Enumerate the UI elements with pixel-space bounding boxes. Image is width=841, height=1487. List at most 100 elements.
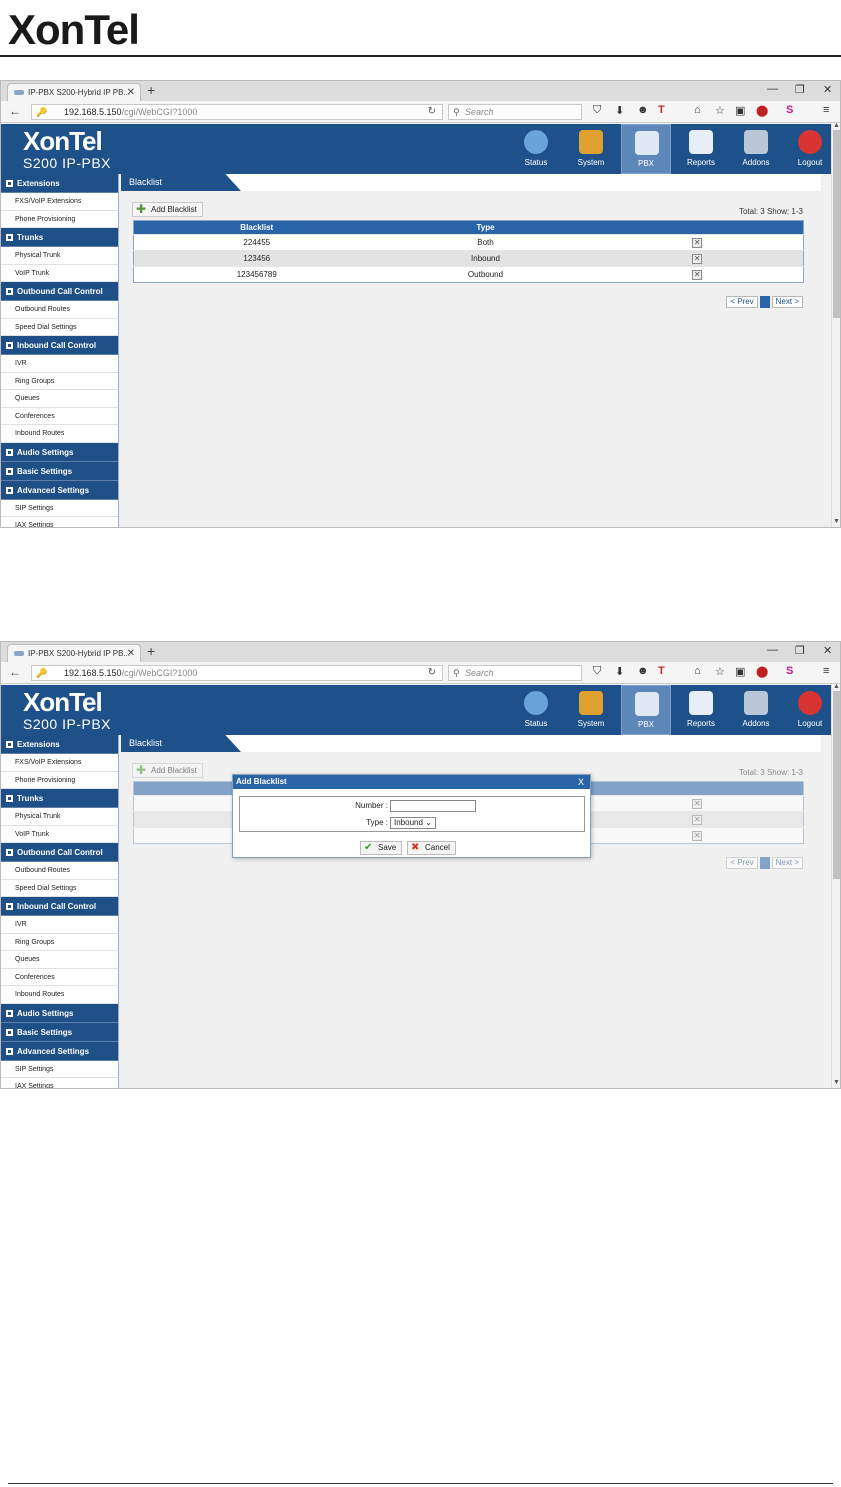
sidebar-section-inbound-call-control[interactable]: Inbound Call Control xyxy=(1,336,118,355)
new-tab-icon[interactable]: + xyxy=(147,643,155,659)
sidebar-section-audio-settings[interactable]: Audio Settings xyxy=(1,1003,118,1023)
nav-system[interactable]: System xyxy=(566,124,616,174)
sidebar-item-iax-settings[interactable]: IAX Settings xyxy=(1,517,118,527)
sidebar-item-sip-settings[interactable]: SIP Settings xyxy=(1,1060,118,1078)
sidebar-item-sip-settings[interactable]: SIP Settings xyxy=(1,499,118,517)
browser-tab[interactable]: IP-PBX S200-Hybrid IP PB... ✕ xyxy=(7,644,141,662)
nav-status[interactable]: Status xyxy=(511,124,561,174)
page-scrollbar[interactable]: ▲ ▼ xyxy=(831,683,840,1088)
nav-addons[interactable]: Addons xyxy=(731,124,781,174)
sidebar-item-fxs-voip-extensions[interactable]: FXS/VoIP Extensions xyxy=(1,754,118,772)
restore-icon[interactable]: ❐ xyxy=(795,83,805,96)
chat-icon[interactable]: ☻ xyxy=(637,104,649,116)
scroll-down-icon[interactable]: ▼ xyxy=(833,518,840,525)
sidebar-item-iax-settings[interactable]: IAX Settings xyxy=(1,1078,118,1088)
reload-icon[interactable]: ↻ xyxy=(428,105,436,119)
scroll-up-icon[interactable]: ▲ xyxy=(833,683,840,690)
t-extension-icon[interactable]: T xyxy=(658,665,665,677)
sidebar-item-physical-trunk[interactable]: Physical Trunk xyxy=(1,808,118,826)
nav-reports[interactable]: Reports xyxy=(676,685,726,735)
sidebar-section-trunks[interactable]: Trunks xyxy=(1,228,118,247)
page-scrollbar[interactable]: ▲ ▼ xyxy=(831,122,840,527)
sidebar-item-outbound-routes[interactable]: Outbound Routes xyxy=(1,862,118,880)
browser-search-bar[interactable]: ⚲ Search xyxy=(448,665,582,681)
scroll-up-icon[interactable]: ▲ xyxy=(833,122,840,129)
reload-icon[interactable]: ↻ xyxy=(428,666,436,680)
s-extension-icon[interactable]: S xyxy=(786,665,793,677)
scrollbar-thumb[interactable] xyxy=(833,691,840,879)
delete-icon[interactable]: ✕ xyxy=(692,253,703,264)
adblock-icon[interactable]: ⬤ xyxy=(756,665,768,678)
sidebar-section-advanced-settings[interactable]: Advanced Settings xyxy=(1,480,118,500)
close-tab-icon[interactable]: ✕ xyxy=(127,645,135,662)
pocket-icon[interactable]: ⛉ xyxy=(593,104,601,117)
browser-search-bar[interactable]: ⚲ Search xyxy=(448,104,582,120)
menu-icon[interactable]: ≡ xyxy=(823,665,829,677)
sidebar-item-queues[interactable]: Queues xyxy=(1,390,118,408)
sidebar-item-inbound-routes[interactable]: Inbound Routes xyxy=(1,425,118,443)
home-icon[interactable]: ⌂ xyxy=(694,665,701,677)
sidebar-item-fxs-voip-extensions[interactable]: FXS/VoIP Extensions xyxy=(1,193,118,211)
window-close-icon[interactable]: ✕ xyxy=(823,83,832,96)
sidebar-item-queues[interactable]: Queues xyxy=(1,951,118,969)
sidebar-item-speed-dial-settings[interactable]: Speed Dial Settings xyxy=(1,318,118,336)
sidebar-section-basic-settings[interactable]: Basic Settings xyxy=(1,461,118,481)
bookmark-star-icon[interactable]: ☆ xyxy=(715,104,725,117)
nav-status[interactable]: Status xyxy=(511,685,561,735)
number-input[interactable] xyxy=(390,800,476,812)
sidebar-item-inbound-routes[interactable]: Inbound Routes xyxy=(1,986,118,1004)
s-extension-icon[interactable]: S xyxy=(786,104,793,116)
url-bar[interactable]: 🔑 192.168.5.150/cgi/WebCGI?1000 ↻ xyxy=(31,104,443,120)
cancel-button[interactable]: ✖ Cancel xyxy=(407,841,456,855)
pocket-icon[interactable]: ⛉ xyxy=(593,665,601,678)
new-tab-icon[interactable]: + xyxy=(147,82,155,98)
sidebar-section-audio-settings[interactable]: Audio Settings xyxy=(1,442,118,462)
sidebar-section-basic-settings[interactable]: Basic Settings xyxy=(1,1022,118,1042)
nav-logout[interactable]: Logout xyxy=(785,685,835,735)
chat-icon[interactable]: ☻ xyxy=(637,665,649,677)
dialog-close-icon[interactable]: X xyxy=(578,775,584,789)
sidebar-item-phone-provisioning[interactable]: Phone Provisioning xyxy=(1,210,118,228)
window-close-icon[interactable]: ✕ xyxy=(823,644,832,657)
browser-tab[interactable]: IP-PBX S200-Hybrid IP PB... ✕ xyxy=(7,83,141,101)
sidebar-section-inbound-call-control[interactable]: Inbound Call Control xyxy=(1,897,118,916)
t-extension-icon[interactable]: T xyxy=(658,104,665,116)
sidebar-item-voip-trunk[interactable]: VoIP Trunk xyxy=(1,264,118,282)
delete-icon[interactable]: ✕ xyxy=(692,269,703,280)
delete-icon[interactable]: ✕ xyxy=(692,237,703,248)
sidebar-section-advanced-settings[interactable]: Advanced Settings xyxy=(1,1041,118,1061)
sidebar-item-ring-groups[interactable]: Ring Groups xyxy=(1,933,118,951)
save-button[interactable]: ✔ Save xyxy=(360,841,403,855)
menu-icon[interactable]: ≡ xyxy=(823,104,829,116)
sidebar-item-conferences[interactable]: Conferences xyxy=(1,407,118,425)
sidebar-item-conferences[interactable]: Conferences xyxy=(1,968,118,986)
nav-logout[interactable]: Logout xyxy=(785,124,835,174)
restore-icon[interactable]: ❐ xyxy=(795,644,805,657)
download-icon[interactable]: ⬇ xyxy=(615,104,624,117)
download-icon[interactable]: ⬇ xyxy=(615,665,624,678)
adblock-icon[interactable]: ⬤ xyxy=(756,104,768,117)
next-page-button[interactable]: Next > xyxy=(771,296,803,308)
sidebar-item-speed-dial-settings[interactable]: Speed Dial Settings xyxy=(1,879,118,897)
sidebar-section-extensions[interactable]: Extensions xyxy=(1,174,118,193)
prev-page-button[interactable]: < Prev xyxy=(726,296,758,308)
nav-addons[interactable]: Addons xyxy=(731,685,781,735)
sidebar-item-voip-trunk[interactable]: VoIP Trunk xyxy=(1,825,118,843)
back-icon[interactable]: ← xyxy=(9,104,21,118)
type-select[interactable]: Inbound ⌄ xyxy=(390,817,436,829)
sidebar-item-phone-provisioning[interactable]: Phone Provisioning xyxy=(1,771,118,789)
sidebar-item-outbound-routes[interactable]: Outbound Routes xyxy=(1,301,118,319)
nav-pbx[interactable]: PBX xyxy=(621,124,671,174)
sidebar-item-physical-trunk[interactable]: Physical Trunk xyxy=(1,247,118,265)
minimize-icon[interactable]: — xyxy=(767,644,778,656)
clipboard-icon[interactable]: ▣ xyxy=(735,104,745,117)
sidebar-section-trunks[interactable]: Trunks xyxy=(1,789,118,808)
bookmark-star-icon[interactable]: ☆ xyxy=(715,665,725,678)
scrollbar-thumb[interactable] xyxy=(833,130,840,318)
nav-system[interactable]: System xyxy=(566,685,616,735)
nav-pbx[interactable]: PBX xyxy=(621,685,671,735)
current-page-button[interactable]: 1 xyxy=(759,296,770,308)
sidebar-item-ivr[interactable]: IVR xyxy=(1,916,118,934)
sidebar-item-ivr[interactable]: IVR xyxy=(1,355,118,373)
close-tab-icon[interactable]: ✕ xyxy=(127,84,135,101)
